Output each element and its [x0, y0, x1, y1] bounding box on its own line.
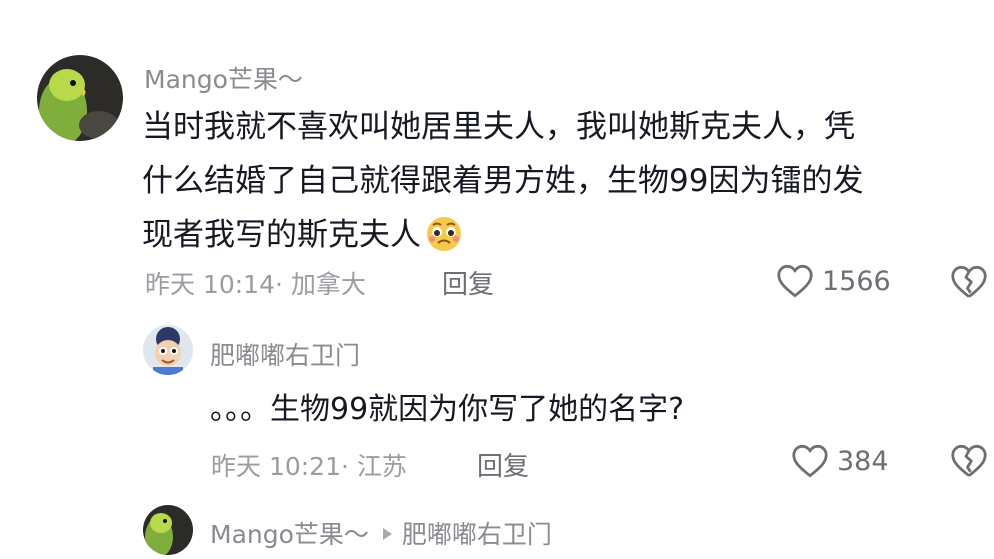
- reply-arrow-icon: [382, 528, 392, 540]
- comment-text-line: 当时我就不喜欢叫她居里夫人，我叫她斯克夫人，凭: [142, 109, 855, 145]
- avatar[interactable]: [37, 55, 123, 141]
- reply-location: 江苏: [356, 452, 407, 481]
- parrot-avatar-image: [37, 55, 123, 141]
- reply-meta: 昨天 10:21· 江苏: [211, 452, 407, 481]
- comment-location: 加拿大: [290, 270, 366, 299]
- comment-text-segment: 现者我写的斯克夫人: [142, 217, 421, 253]
- comment-text-line: 现者我写的斯克夫人: [142, 208, 863, 270]
- reply-button[interactable]: 回复: [442, 264, 494, 301]
- parrot-avatar-image: [143, 505, 193, 555]
- like-count: 1566: [822, 265, 891, 297]
- comment-meta: 昨天 10:14· 加拿大: [145, 270, 366, 299]
- like-button[interactable]: 1566: [776, 264, 891, 298]
- comment-text-line: 什么结婚了自己就得跟着男方姓，生物99因为镭的发: [142, 163, 864, 199]
- dislike-button[interactable]: [950, 444, 988, 482]
- comment-username[interactable]: Mango芒果～: [144, 60, 303, 96]
- reply-author[interactable]: Mango芒果～: [210, 520, 369, 549]
- like-count: 384: [837, 445, 889, 477]
- pleading-face-emoji: [425, 215, 463, 270]
- heart-icon: [777, 264, 813, 298]
- like-button[interactable]: 384: [791, 444, 889, 478]
- broken-heart-icon: [951, 444, 987, 477]
- broken-heart-icon: [951, 265, 987, 298]
- dislike-button[interactable]: [950, 265, 988, 303]
- comment-time: 昨天 10:14: [145, 270, 275, 299]
- avatar[interactable]: [143, 505, 193, 555]
- comment-text: 当时我就不喜欢叫她居里夫人，我叫她斯克夫人，凭 什么结婚了自己就得跟着男方姓，生…: [142, 100, 863, 270]
- reply-button[interactable]: 回复: [477, 446, 529, 483]
- avatar[interactable]: [143, 325, 193, 375]
- heart-icon: [792, 444, 828, 478]
- reply-text: 。。。生物99就因为你写了她的名字?: [210, 392, 685, 427]
- reply-username: Mango芒果～ 肥嘟嘟右卫门: [210, 515, 552, 551]
- reply-username[interactable]: 肥嘟嘟右卫门: [210, 336, 360, 372]
- reply-to-username[interactable]: 肥嘟嘟右卫门: [402, 520, 552, 549]
- reply-time: 昨天 10:21: [211, 452, 341, 481]
- cartoon-avatar-image: [143, 325, 193, 375]
